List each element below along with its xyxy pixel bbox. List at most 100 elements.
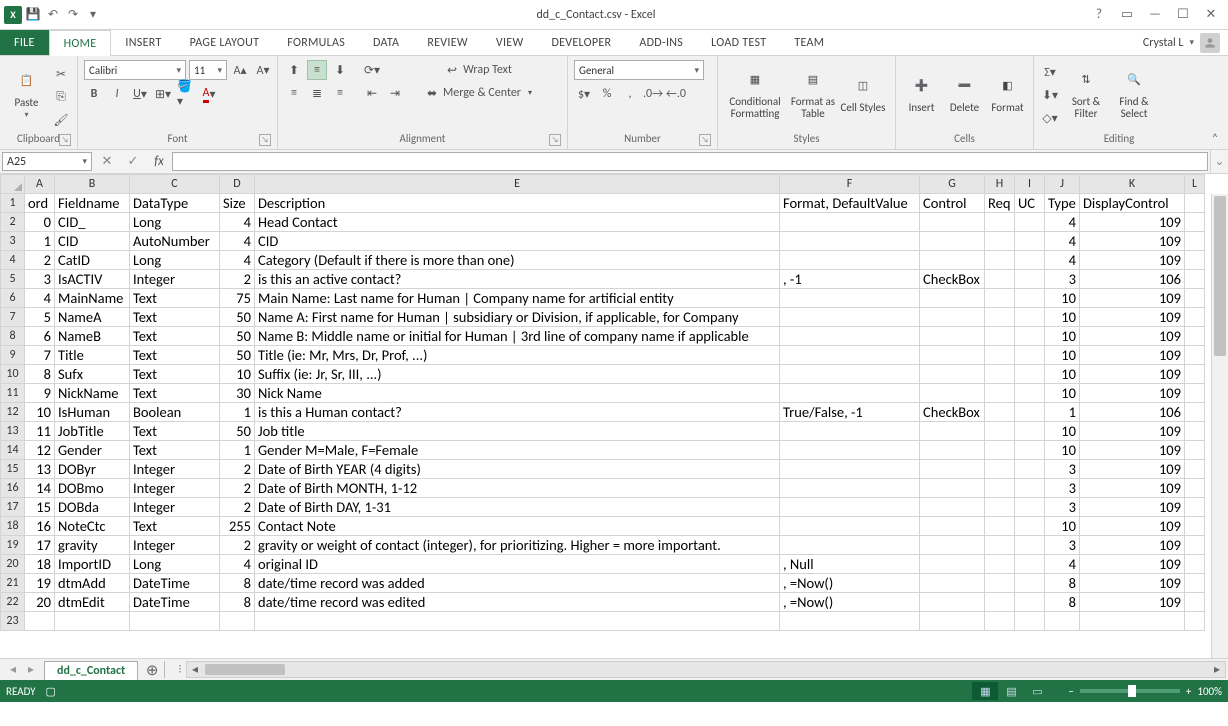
cell[interactable]: Main Name: Last name for Human | Company…: [255, 289, 780, 308]
row-header[interactable]: 19: [1, 536, 25, 555]
cell[interactable]: 50: [220, 346, 255, 365]
cell[interactable]: NameB: [55, 327, 130, 346]
cell[interactable]: 11: [25, 422, 55, 441]
cell[interactable]: , =Now(): [780, 574, 920, 593]
cell[interactable]: [985, 327, 1015, 346]
cell[interactable]: [1185, 574, 1205, 593]
cell[interactable]: DOByr: [55, 460, 130, 479]
autosum-icon[interactable]: Σ▾: [1040, 62, 1060, 82]
cell[interactable]: [985, 593, 1015, 612]
cell[interactable]: [780, 422, 920, 441]
new-sheet-icon[interactable]: ⊕: [140, 661, 164, 680]
cell[interactable]: [920, 289, 985, 308]
cell[interactable]: 17: [25, 536, 55, 555]
cell[interactable]: 8: [1045, 574, 1080, 593]
row-header[interactable]: 10: [1, 365, 25, 384]
cell-styles-button[interactable]: ◫Cell Styles: [840, 60, 886, 126]
col-header[interactable]: J: [1045, 175, 1080, 194]
cell[interactable]: Integer: [130, 270, 220, 289]
cell[interactable]: 30: [220, 384, 255, 403]
cell[interactable]: 109: [1080, 327, 1185, 346]
cell[interactable]: original ID: [255, 555, 780, 574]
cell[interactable]: [1185, 194, 1205, 213]
cell[interactable]: 109: [1080, 384, 1185, 403]
conditional-formatting-button[interactable]: ▦Conditional Formatting: [724, 60, 786, 126]
comma-format-icon[interactable]: ,: [620, 84, 640, 104]
cell[interactable]: [920, 213, 985, 232]
cell[interactable]: Control: [920, 194, 985, 213]
col-header[interactable]: D: [220, 175, 255, 194]
cell[interactable]: is this an active contact?: [255, 270, 780, 289]
cell[interactable]: date/time record was edited: [255, 593, 780, 612]
cell[interactable]: IsACTIV: [55, 270, 130, 289]
cell[interactable]: [920, 479, 985, 498]
cell[interactable]: date/time record was added: [255, 574, 780, 593]
worksheet-grid[interactable]: ABCDEFGHIJKL1ordFieldnameDataTypeSizeDes…: [0, 174, 1228, 658]
cell[interactable]: NoteCtc: [55, 517, 130, 536]
delete-cells-button[interactable]: ➖Delete: [945, 60, 984, 126]
cell[interactable]: Head Contact: [255, 213, 780, 232]
cell[interactable]: [985, 365, 1015, 384]
row-header[interactable]: 4: [1, 251, 25, 270]
cell[interactable]: CatID: [55, 251, 130, 270]
row-header[interactable]: 16: [1, 479, 25, 498]
cell[interactable]: 0: [25, 213, 55, 232]
cell[interactable]: [1185, 327, 1205, 346]
cell[interactable]: [1015, 308, 1045, 327]
zoom-level[interactable]: 100%: [1197, 685, 1222, 698]
cell[interactable]: [1185, 384, 1205, 403]
cell[interactable]: 3: [1045, 270, 1080, 289]
cell[interactable]: [1185, 460, 1205, 479]
select-all-corner[interactable]: [1, 175, 25, 194]
col-header[interactable]: A: [25, 175, 55, 194]
cell[interactable]: 4: [1045, 232, 1080, 251]
cell[interactable]: 109: [1080, 365, 1185, 384]
cell[interactable]: [985, 289, 1015, 308]
row-header[interactable]: 7: [1, 308, 25, 327]
cell[interactable]: [1185, 308, 1205, 327]
cell[interactable]: [780, 479, 920, 498]
format-painter-icon[interactable]: 🖌: [51, 110, 71, 130]
cell[interactable]: 106: [1080, 403, 1185, 422]
cell[interactable]: 19: [25, 574, 55, 593]
cell[interactable]: 10: [1045, 422, 1080, 441]
formula-input[interactable]: [172, 152, 1208, 171]
cell[interactable]: [920, 536, 985, 555]
cell[interactable]: 4: [1045, 251, 1080, 270]
cell[interactable]: Text: [130, 517, 220, 536]
tab-file[interactable]: FILE: [0, 30, 49, 55]
cell[interactable]: 50: [220, 308, 255, 327]
cell[interactable]: gravity or weight of contact (integer), …: [255, 536, 780, 555]
cell[interactable]: [1185, 422, 1205, 441]
cell[interactable]: Date of Birth MONTH, 1-12: [255, 479, 780, 498]
cell[interactable]: Text: [130, 384, 220, 403]
hscroll-thumb[interactable]: [205, 664, 285, 675]
zoom-slider[interactable]: [1080, 689, 1180, 693]
cell[interactable]: 20: [25, 593, 55, 612]
tab-team[interactable]: TEAM: [780, 30, 838, 55]
cell[interactable]: 7: [25, 346, 55, 365]
cell[interactable]: DataType: [130, 194, 220, 213]
increase-font-icon[interactable]: A▴: [230, 60, 250, 80]
cut-icon[interactable]: ✂: [51, 64, 71, 84]
cell[interactable]: [985, 346, 1015, 365]
cell[interactable]: [1185, 270, 1205, 289]
tab-scroll-first-icon[interactable]: ◂: [6, 662, 20, 677]
cell[interactable]: [920, 460, 985, 479]
cell[interactable]: CheckBox: [920, 403, 985, 422]
help-icon[interactable]: ?: [1086, 5, 1112, 25]
cell[interactable]: [1015, 270, 1045, 289]
cell[interactable]: [1015, 289, 1045, 308]
align-right-icon[interactable]: ≡: [330, 83, 350, 103]
cell[interactable]: Text: [130, 289, 220, 308]
col-header[interactable]: H: [985, 175, 1015, 194]
col-header[interactable]: B: [55, 175, 130, 194]
cell[interactable]: [920, 441, 985, 460]
cell[interactable]: Name B: Middle name or initial for Human…: [255, 327, 780, 346]
cell[interactable]: [25, 612, 55, 631]
cell[interactable]: 5: [25, 308, 55, 327]
cell[interactable]: [1015, 251, 1045, 270]
normal-view-icon[interactable]: ▦: [972, 682, 998, 700]
undo-icon[interactable]: ↶: [44, 6, 62, 24]
cell[interactable]: Long: [130, 213, 220, 232]
